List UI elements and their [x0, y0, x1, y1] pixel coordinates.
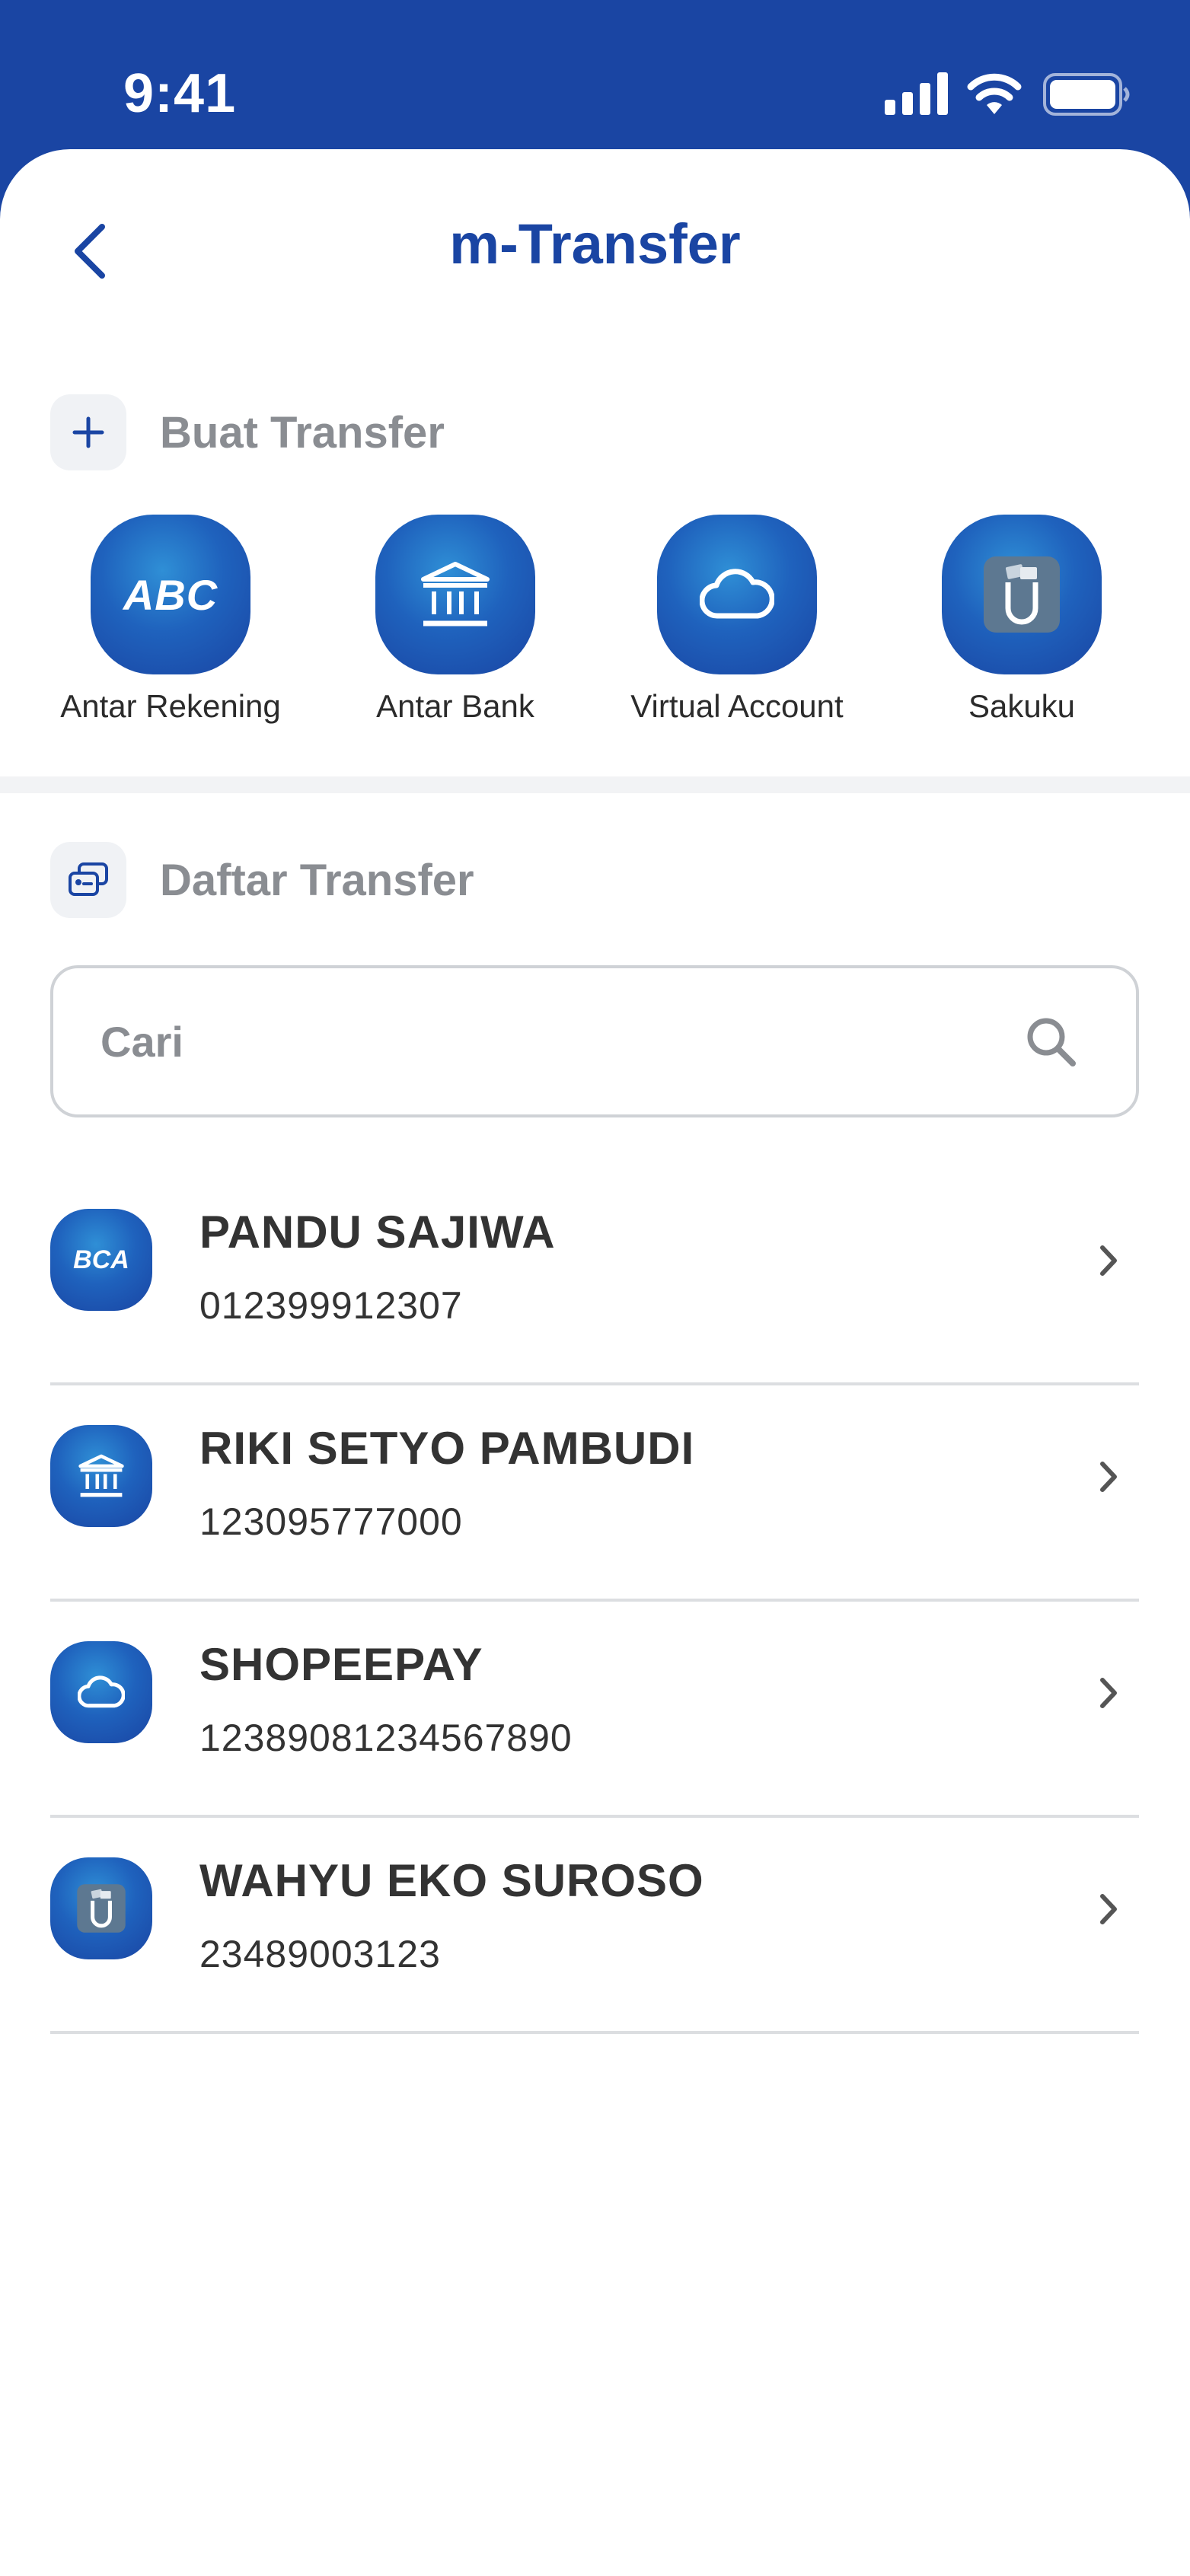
account-number: 12389081234567890 [199, 1717, 573, 1759]
chevron-right-icon [1087, 1886, 1130, 1932]
transfer-type-label: Antar Rekening [60, 688, 281, 724]
transfer-type-sakuku[interactable]: Sakuku [892, 515, 1151, 725]
transfer-list: BCA PANDU SAJIWA 012399912307 RIKI SETYO [50, 1169, 1139, 2034]
bank-icon [50, 1425, 152, 1527]
account-number: 012399912307 [199, 1284, 463, 1327]
cellular-signal-icon [885, 72, 948, 115]
list-item[interactable]: RIKI SETYO PAMBUDI 123095777000 [50, 1385, 1139, 1602]
cloud-icon [657, 515, 817, 674]
transfer-type-row: ABC Antar Rekening Antar Bank Virtual Ac… [0, 515, 1190, 743]
create-transfer-label: Buat Transfer [160, 407, 445, 457]
account-number: 123095777000 [199, 1500, 463, 1543]
recipient-name: SHOPEEPAY [199, 1639, 483, 1690]
bca-icon: BCA [50, 1209, 152, 1311]
chevron-right-icon [1087, 1670, 1130, 1716]
chevron-right-icon [1087, 1454, 1130, 1500]
list-item[interactable]: BCA PANDU SAJIWA 012399912307 [50, 1169, 1139, 1385]
sakuku-icon [50, 1857, 152, 1959]
search-input[interactable] [53, 968, 1013, 1114]
search-box [50, 965, 1139, 1117]
saved-accounts-icon [50, 842, 126, 918]
abc-icon: ABC [91, 515, 250, 674]
recipient-name: WAHYU EKO SUROSO [199, 1855, 704, 1906]
status-bar: 9:41 [0, 0, 1190, 152]
plus-icon [50, 394, 126, 470]
main-sheet: m-Transfer Buat Transfer ABC Antar Reken… [0, 149, 1190, 2576]
list-item[interactable]: WAHYU EKO SUROSO 23489003123 [50, 1818, 1139, 2034]
section-divider [0, 776, 1190, 793]
transfer-type-label: Virtual Account [630, 688, 844, 724]
create-transfer-header: Buat Transfer [50, 394, 445, 470]
transfer-list-label: Daftar Transfer [160, 855, 474, 905]
wifi-icon [967, 73, 1022, 114]
list-item[interactable]: SHOPEEPAY 12389081234567890 [50, 1602, 1139, 1818]
recipient-name: PANDU SAJIWA [199, 1207, 556, 1258]
transfer-type-label: Antar Bank [376, 688, 534, 724]
account-number: 23489003123 [199, 1933, 441, 1975]
cloud-icon [50, 1641, 152, 1743]
status-time: 9:41 [123, 63, 237, 124]
transfer-type-label: Sakuku [968, 688, 1076, 724]
transfer-type-virtual-account[interactable]: Virtual Account [608, 515, 866, 725]
search-icon[interactable] [1013, 1015, 1089, 1067]
transfer-list-header: Daftar Transfer [50, 842, 474, 918]
battery-icon [1043, 73, 1130, 116]
sakuku-icon [942, 515, 1102, 674]
chevron-right-icon [1087, 1238, 1130, 1283]
transfer-type-antar-bank[interactable]: Antar Bank [326, 515, 585, 725]
transfer-type-antar-rekening[interactable]: ABC Antar Rekening [41, 515, 300, 725]
recipient-name: RIKI SETYO PAMBUDI [199, 1423, 695, 1474]
page-title: m-Transfer [449, 212, 741, 276]
bank-icon [375, 515, 535, 674]
